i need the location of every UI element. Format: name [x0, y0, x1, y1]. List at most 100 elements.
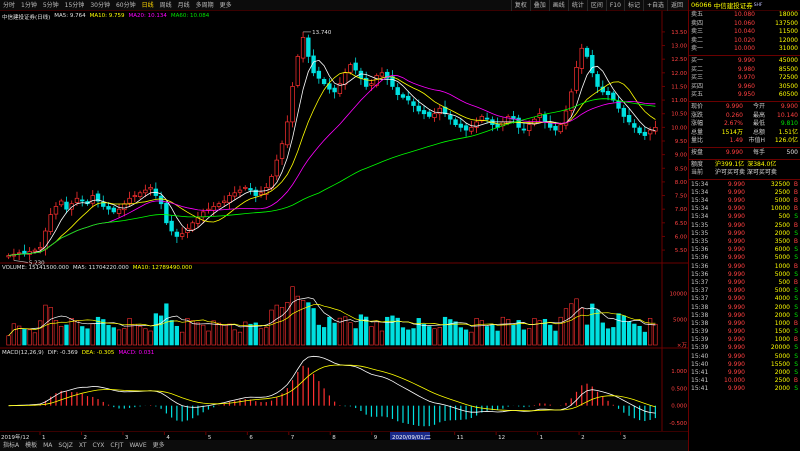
indicator-tab[interactable]: 模板	[22, 440, 40, 451]
kline-chart[interactable]: 13.50 13.00 12.50 12.00 11.50 11.00 10.50 10.00…	[0, 11, 688, 441]
candle-down	[321, 79, 327, 85]
volume-bar	[569, 303, 574, 346]
tool-button[interactable]: 标记	[623, 0, 643, 11]
tick-time: 15:37	[691, 295, 709, 303]
volume-bar	[201, 324, 206, 346]
candle-up	[137, 192, 143, 197]
indicator-tab[interactable]: 指标A	[0, 440, 22, 451]
stat-value: 10.140	[777, 111, 798, 119]
volume-bar	[427, 326, 432, 346]
candle-down	[22, 250, 27, 254]
volume-bar	[106, 325, 111, 346]
bids-row: 买三 9.970 72500	[689, 74, 800, 83]
period-tab[interactable]: 更多	[217, 0, 235, 11]
period-tab[interactable]: 15分钟	[62, 0, 88, 11]
tool-button[interactable]: +自选	[642, 0, 667, 11]
price-tick-label: 6.50	[675, 221, 688, 227]
period-tab[interactable]: 周线	[157, 0, 175, 11]
volume-bar	[632, 323, 637, 346]
period-tab[interactable]: 60分钟	[113, 0, 139, 11]
bids-volume: 85500	[778, 65, 798, 73]
price-tick-label: 13.00	[671, 44, 687, 50]
volume-bar	[74, 320, 80, 346]
asks-volume: 11500	[778, 28, 798, 36]
period-tab[interactable]: 月线	[175, 0, 193, 11]
indicator-tab[interactable]: SQJZ	[55, 440, 75, 451]
volume-bar	[527, 328, 532, 346]
tick-list[interactable]: 15:34 9.990 32500 B 15:34 9.990 2500 B 15:34 9.99…	[689, 181, 800, 394]
volume-bar	[563, 308, 569, 346]
period-tab[interactable]: 30分钟	[87, 0, 113, 11]
period-tab[interactable]: 1分钟	[18, 0, 40, 11]
candle-down	[111, 207, 116, 213]
indicator-tab[interactable]: CFJT	[107, 440, 126, 451]
tick-price: 9.990	[727, 229, 745, 237]
tool-button[interactable]: 叠加	[529, 0, 549, 11]
tick-volume: 500	[778, 278, 790, 286]
asks-price: 10.080	[734, 11, 755, 18]
tick-time: 15:34	[691, 188, 709, 196]
indicator-tab[interactable]: MA	[40, 440, 55, 451]
candle-up	[122, 203, 127, 211]
candle-down	[553, 125, 558, 131]
tick-price: 9.990	[727, 270, 745, 278]
volume-bar	[6, 335, 11, 346]
candle-down	[463, 125, 469, 131]
tick-volume: 1000	[774, 319, 790, 327]
tick-direction: B	[793, 197, 798, 205]
bids-row: 买一 9.990 45000	[689, 57, 800, 66]
candle-down	[626, 115, 632, 123]
tick-price: 9.990	[727, 360, 745, 368]
volume-bar	[269, 309, 274, 346]
candle-up	[574, 67, 579, 91]
period-tab[interactable]: 5分钟	[40, 0, 62, 11]
macd-dea: DEA: -0.305	[81, 350, 115, 356]
macd-tick-label: 1.000	[671, 369, 687, 375]
chart-canvas[interactable]: 13.50 13.00 12.50 12.00 11.50 11.00 10.50 10.00…	[0, 11, 688, 431]
tool-button[interactable]: F10	[605, 0, 624, 11]
volume-bar	[264, 327, 269, 346]
volume-bar	[474, 318, 479, 346]
tool-button[interactable]: 区间	[586, 0, 606, 11]
candle-up	[348, 64, 353, 73]
candle-up	[469, 127, 474, 132]
stat-value: 9.990	[725, 102, 743, 110]
volume-bar	[411, 328, 416, 346]
candle-up	[369, 83, 374, 86]
tick-row: 15:36 9.990 5000 S	[689, 271, 800, 279]
indicator-tab[interactable]: 更多	[150, 440, 168, 451]
period-tab[interactable]: 多周期	[193, 0, 217, 11]
volume-bar	[143, 328, 148, 346]
indicator-tab[interactable]: WAVE	[126, 440, 149, 451]
volume-bar	[38, 320, 43, 346]
tool-button[interactable]: 复权	[510, 0, 530, 11]
ma5-line	[8, 59, 656, 256]
tick-direction: S	[794, 246, 798, 254]
volume-bar	[90, 323, 95, 346]
volume-bar	[132, 323, 137, 346]
bids-price: 9.990	[737, 56, 755, 64]
price-tick-label: 5.50	[675, 248, 688, 254]
tool-button[interactable]: 统计	[567, 0, 587, 11]
volume-bar	[647, 318, 653, 346]
tick-row: 15:41 10.000 2500 B	[689, 377, 800, 385]
volume-bar	[463, 329, 469, 346]
candle-down	[411, 101, 416, 106]
stat-label: 每手	[752, 148, 765, 156]
flow-state-row: 当前 沪可买可卖 深可买可卖	[689, 169, 800, 178]
tool-button[interactable]: 返回	[666, 0, 686, 11]
period-tab[interactable]: 分时	[0, 0, 18, 11]
candle-down	[453, 119, 458, 125]
indicator-tab[interactable]: CYX	[90, 440, 108, 451]
price-tick-label: 8.50	[675, 166, 688, 172]
tool-button[interactable]: 画线	[548, 0, 568, 11]
volume-bar	[321, 327, 327, 346]
tick-volume: 1000	[774, 336, 790, 344]
tick-row: 15:38 9.990 1000 B	[689, 320, 800, 328]
volume-bar	[111, 327, 116, 346]
candle-up	[579, 47, 584, 69]
indicator-tab[interactable]: XT	[76, 440, 90, 451]
volume-bar	[248, 323, 253, 346]
price-tick-label: 11.50	[671, 84, 687, 90]
period-tab[interactable]: 日线	[139, 0, 157, 11]
